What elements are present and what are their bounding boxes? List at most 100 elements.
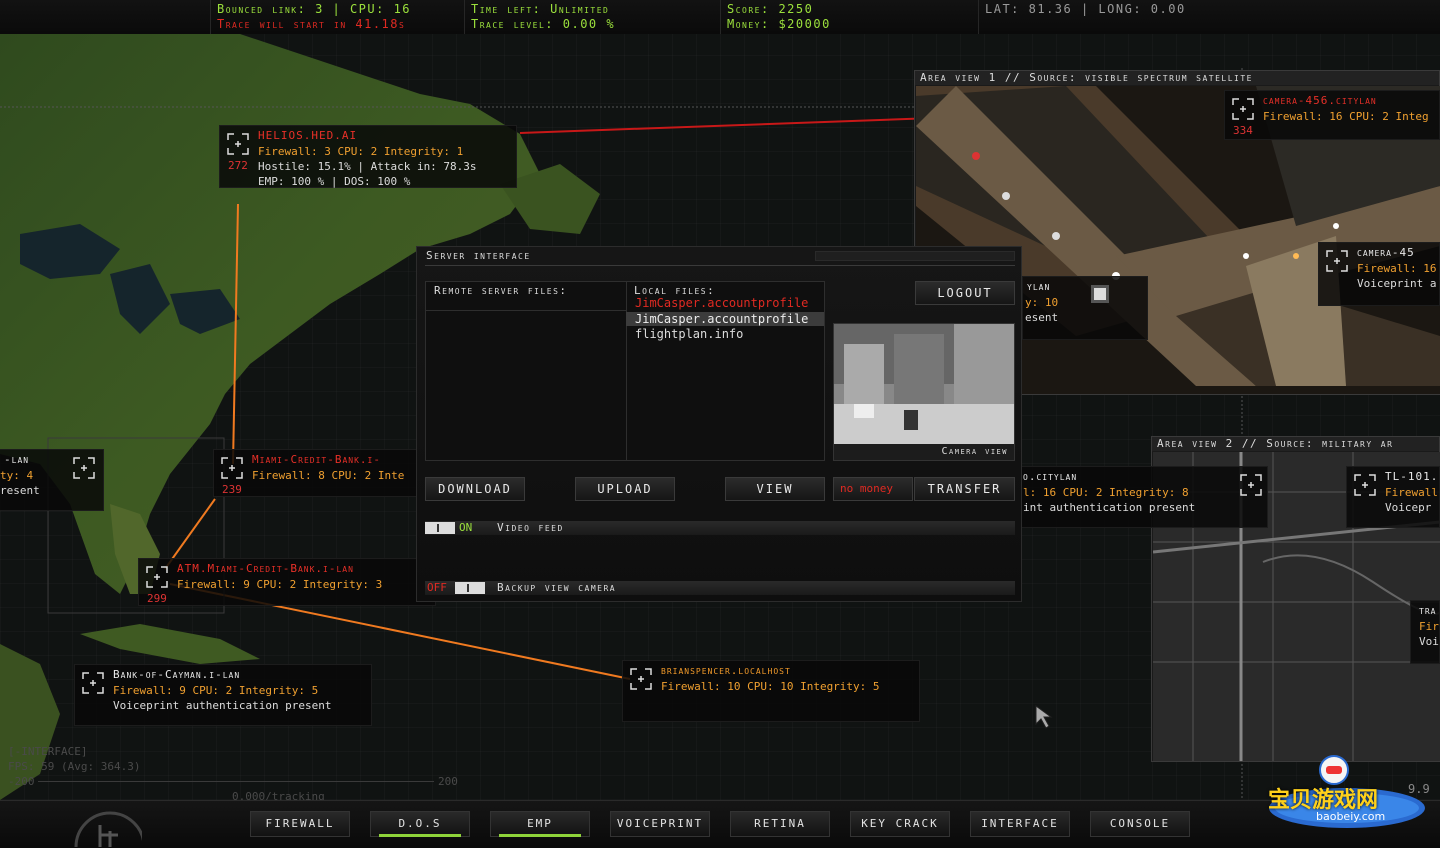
server-progress-bar bbox=[815, 251, 1015, 261]
tool-emp-button[interactable]: EMP bbox=[490, 811, 590, 837]
camera-view-label: Camera view bbox=[941, 446, 1008, 457]
target-crosshair-icon bbox=[1354, 474, 1376, 496]
local-file-item[interactable]: JimCasper.accountprofile bbox=[626, 296, 824, 310]
node-stats: y: 10 bbox=[1025, 296, 1059, 309]
node-camera-456[interactable]: camera-456.citylan Firewall: 16 CPU: 2 I… bbox=[1224, 90, 1440, 140]
tool-label: RETINA bbox=[754, 817, 806, 830]
debug-axis-left: -200 bbox=[8, 775, 35, 788]
node-camera-45b[interactable]: camera-45 Firewall: 16 Voiceprint a bbox=[1318, 242, 1440, 306]
toggle-knob bbox=[455, 582, 485, 594]
local-file-item[interactable]: flightplan.info bbox=[626, 327, 824, 341]
area-view-1-title: Area view 1 // Source: visible spectrum … bbox=[915, 71, 1439, 85]
view-button[interactable]: VIEW bbox=[725, 477, 825, 501]
download-button[interactable]: DOWNLOAD bbox=[425, 477, 525, 501]
file-browser: Remote server files: Local files: JimCas… bbox=[425, 281, 825, 461]
world-map[interactable]: Area view 1 // Source: visible spectrum … bbox=[0, 34, 1440, 800]
local-file-item-selected[interactable]: JimCasper.accountprofile bbox=[626, 312, 824, 326]
transfer-button[interactable]: TRANSFER bbox=[914, 477, 1015, 501]
node-name: Bank-of-Cayman.i-lan bbox=[113, 668, 241, 681]
server-interface-title: Server interface bbox=[426, 249, 531, 262]
island-cuba bbox=[80, 624, 260, 664]
video-feed-label: Video feed bbox=[497, 521, 564, 534]
server-interface-window[interactable]: Server interface Remote server files: Lo… bbox=[416, 246, 1022, 602]
mouse-cursor-icon bbox=[1035, 705, 1053, 729]
node-tl-101[interactable]: TL-101. Firewall Voicepr bbox=[1346, 466, 1440, 528]
hud-coords-cell: LAT: 81.36 | LONG: 0.00 bbox=[978, 0, 1230, 34]
hud-trace-cell: Time left: Unlimited Trace level: 0.00 % bbox=[464, 0, 718, 34]
toggle-grip-icon bbox=[467, 584, 469, 592]
node-stats: Fir bbox=[1419, 620, 1439, 633]
score-status: Score: 2250 bbox=[727, 2, 814, 16]
camera-view-panel[interactable]: Camera view bbox=[833, 323, 1015, 461]
node-tra[interactable]: tra Fir Voi bbox=[1410, 600, 1440, 664]
node-bank-of-cayman[interactable]: Bank-of-Cayman.i-lan Firewall: 9 CPU: 2 … bbox=[74, 664, 372, 726]
pane-divider bbox=[426, 310, 626, 311]
node-ylan[interactable]: ylan y: 10 esent bbox=[1022, 276, 1148, 340]
top-hud: Bounced link: 3 | CPU: 16 Trace will sta… bbox=[0, 0, 1440, 35]
video-feed-toggle[interactable]: ON bbox=[425, 521, 483, 534]
watermark-url: baobeiy.com bbox=[1316, 810, 1386, 823]
node-name: HELIOS.HED.AI bbox=[258, 129, 358, 142]
node-attack-status: EMP: 100 % | DOS: 100 % bbox=[258, 175, 411, 188]
debug-axis-line bbox=[38, 781, 434, 782]
remote-files-label: Remote server files: bbox=[434, 284, 568, 297]
node-stats: Firewall: 9 CPU: 2 Integrity: 3 bbox=[177, 578, 383, 591]
tool-active-indicator bbox=[379, 834, 461, 837]
local-files-pane[interactable]: Local files: JimCasper.accountprofile Ji… bbox=[626, 282, 824, 460]
target-crosshair-icon bbox=[1326, 250, 1348, 272]
target-crosshair-icon bbox=[82, 672, 104, 694]
node-trace-count: 272 bbox=[228, 159, 248, 172]
backup-camera-label: Backup view camera bbox=[497, 581, 617, 594]
node-o-citylan[interactable]: o.citylan l: 16 CPU: 2 Integrity: 8 int … bbox=[1020, 466, 1268, 528]
toggle-grip-icon bbox=[437, 524, 439, 532]
target-crosshair-icon bbox=[630, 668, 652, 690]
node-brianspencer[interactable]: brianspencer.localhost Firewall: 10 CPU:… bbox=[622, 660, 920, 722]
debug-axis-right: 200 bbox=[438, 775, 458, 788]
tool-voiceprint-button[interactable]: VOICEPRINT bbox=[610, 811, 710, 837]
tool-dos-button[interactable]: D.O.S bbox=[370, 811, 470, 837]
title-separator bbox=[425, 265, 1015, 266]
tool-console-button[interactable]: CONSOLE bbox=[1090, 811, 1190, 837]
trace-level-status: Trace level: 0.00 % bbox=[471, 17, 616, 31]
tool-label: CONSOLE bbox=[1109, 817, 1171, 830]
tool-label: D.O.S bbox=[398, 817, 442, 830]
node-miami-credit-bank[interactable]: Miami-Credit-Bank.i- Firewall: 8 CPU: 2 … bbox=[213, 449, 423, 497]
upload-button[interactable]: UPLOAD bbox=[575, 477, 675, 501]
node-name: TL-101. bbox=[1385, 470, 1439, 483]
logout-button[interactable]: LOGOUT bbox=[915, 281, 1015, 305]
tool-retina-button[interactable]: RETINA bbox=[730, 811, 830, 837]
node-trace-count: 299 bbox=[147, 592, 167, 605]
backup-camera-toggle[interactable]: OFF bbox=[425, 581, 485, 594]
toggle-knob bbox=[425, 522, 455, 534]
node-atm-miami[interactable]: ATM.Miami-Credit-Bank.i-lan Firewall: 9 … bbox=[138, 558, 436, 606]
backup-toggle-state: OFF bbox=[427, 581, 447, 594]
debug-title: [-INTERFACE] bbox=[8, 745, 88, 758]
time-left-status: Time left: Unlimited bbox=[471, 2, 610, 16]
remote-files-pane[interactable]: Remote server files: bbox=[426, 282, 627, 460]
tool-label: INTERFACE bbox=[981, 817, 1059, 830]
tool-key-crack-button[interactable]: KEY CRACK bbox=[850, 811, 950, 837]
hud-score-cell: Score: 2250 Money: $20000 bbox=[720, 0, 976, 34]
node-left-lan[interactable]: -lan ty: 4 resent bbox=[0, 449, 104, 511]
node-name: Miami-Credit-Bank.i- bbox=[252, 453, 381, 466]
node-stats: ty: 4 bbox=[0, 469, 34, 482]
game-logo-icon bbox=[74, 811, 142, 847]
hud-link-cell: Bounced link: 3 | CPU: 16 Trace will sta… bbox=[210, 0, 462, 34]
node-name: -lan bbox=[4, 453, 30, 466]
node-stats: Firewall: 9 CPU: 2 Integrity: 5 bbox=[113, 684, 319, 697]
node-name: camera-45 bbox=[1357, 246, 1415, 259]
camera-view-image bbox=[834, 324, 1014, 444]
tool-firewall-button[interactable]: FIREWALL bbox=[250, 811, 350, 837]
tool-interface-button[interactable]: INTERFACE bbox=[970, 811, 1070, 837]
node-helios[interactable]: HELIOS.HED.AI Firewall: 3 CPU: 2 Integri… bbox=[219, 125, 517, 188]
node-stats: Firewall: 3 CPU: 2 Integrity: 1 bbox=[258, 145, 464, 158]
node-security: Voiceprint a bbox=[1357, 277, 1437, 290]
watermark-logo: 宝贝游戏网 baobeiy.com bbox=[1262, 752, 1432, 832]
video-toggle-state: ON bbox=[459, 521, 473, 534]
selected-target-icon bbox=[1091, 285, 1109, 303]
target-crosshair-icon bbox=[1240, 474, 1262, 496]
target-crosshair-icon bbox=[73, 457, 95, 479]
transfer-amount-input[interactable]: no money bbox=[833, 477, 913, 501]
tool-label: KEY CRACK bbox=[861, 817, 939, 830]
node-stats: Firewall: 16 bbox=[1357, 262, 1437, 275]
